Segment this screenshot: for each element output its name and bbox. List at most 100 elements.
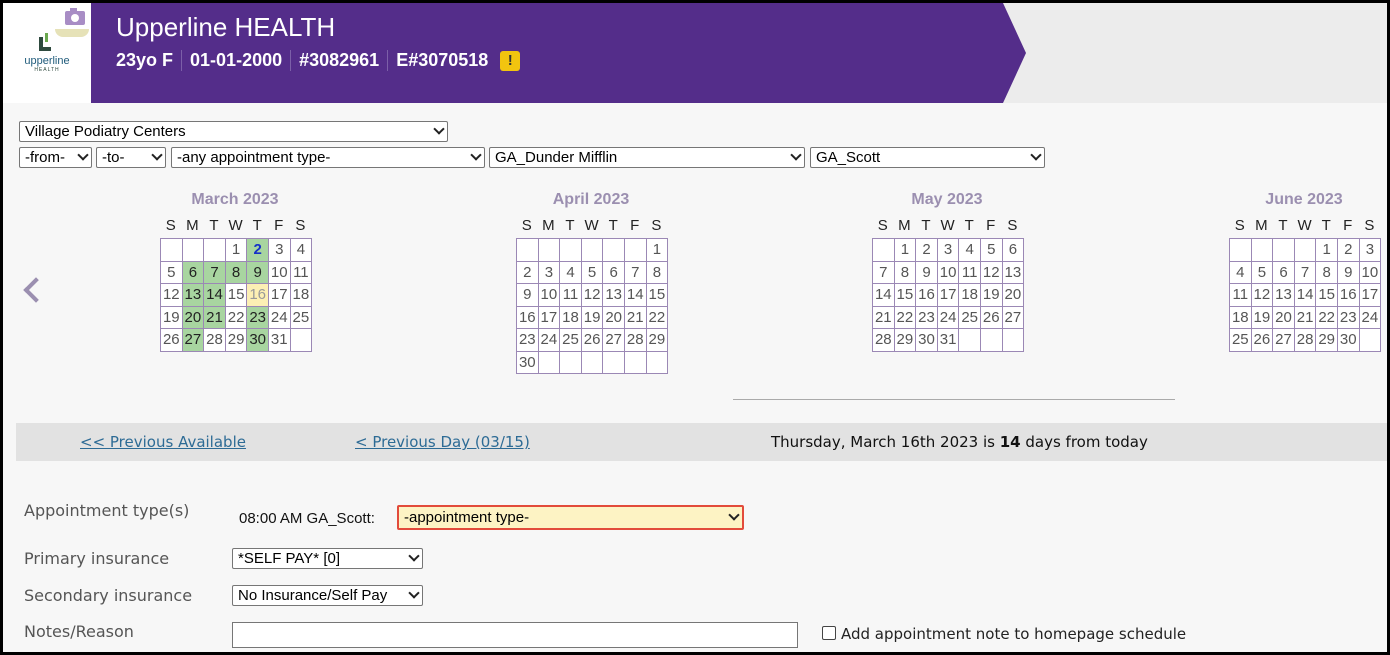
day-cell: 6	[603, 261, 625, 284]
day-cell[interactable]: 21	[204, 306, 226, 329]
day-cell[interactable]: 23	[247, 306, 269, 329]
chevron-down-icon	[470, 149, 482, 161]
weekday-label: S	[165, 217, 176, 234]
day-cell[interactable]: 30	[247, 329, 269, 352]
day-cell: 20	[603, 306, 625, 329]
weekday-label: T	[1321, 217, 1331, 234]
day-cell: 1	[225, 239, 248, 262]
day-cell: 4	[560, 261, 582, 284]
day-cell[interactable]: 14	[204, 284, 226, 307]
weekday-label: S	[521, 217, 532, 234]
day-cell: 28	[204, 329, 226, 352]
previous-available-link[interactable]: << Previous Available	[80, 433, 246, 451]
day-cell: 12	[980, 261, 1003, 284]
provider-select[interactable]: GA_Scott	[810, 147, 1045, 168]
notes-input[interactable]	[232, 622, 798, 648]
day-cell: 3	[937, 239, 960, 262]
day-cell: 28	[1294, 329, 1317, 352]
weekday-label: S	[1234, 217, 1245, 234]
day-cell: 1	[646, 239, 669, 262]
day-cell: 17	[937, 284, 960, 307]
day-cell: 2	[916, 239, 938, 262]
day-cell: 19	[161, 306, 183, 329]
day-cell: 7	[624, 261, 647, 284]
day-cell: 6	[1002, 239, 1025, 262]
selected-date-prefix: Thursday, March 16th 2023 is	[771, 433, 1000, 451]
weekday-header: SMTWTFS	[872, 217, 1023, 234]
day-cell: 20	[1273, 306, 1295, 329]
day-cell: 16	[916, 284, 938, 307]
empty-day-cell	[161, 239, 183, 262]
day-cell: 18	[560, 306, 582, 329]
weekday-label: F	[1343, 217, 1353, 234]
day-cell: 2	[247, 239, 269, 262]
logo: upperline HEALTH	[3, 3, 91, 103]
empty-day-cell	[538, 351, 561, 374]
day-cell: 5	[581, 261, 604, 284]
day-cell[interactable]: 27	[182, 329, 205, 352]
day-cell[interactable]: 13	[182, 284, 205, 307]
day-cell: 10	[538, 284, 561, 307]
day-cell: 10	[937, 261, 960, 284]
weekday-label: S	[651, 217, 662, 234]
logo-mark-icon	[39, 33, 55, 55]
previous-months-arrow-icon[interactable]	[21, 273, 41, 307]
day-cell: 8	[646, 261, 669, 284]
alert-icon[interactable]: !	[500, 50, 521, 71]
day-cell[interactable]: 8	[225, 261, 248, 284]
homepage-note-checkbox[interactable]	[822, 626, 836, 640]
to-select[interactable]: -to-	[96, 147, 166, 168]
weekday-label: M	[898, 217, 911, 234]
day-cell[interactable]: 16	[247, 284, 269, 307]
day-cell: 5	[1251, 261, 1274, 284]
day-cell: 9	[517, 284, 539, 307]
weekday-label: T	[209, 217, 219, 234]
weekday-label: M	[542, 217, 555, 234]
empty-day-cell	[290, 329, 313, 352]
weekday-label: T	[252, 217, 262, 234]
day-cell[interactable]: 20	[182, 306, 205, 329]
day-cell: 4	[1230, 261, 1252, 284]
weekday-header: SMTWTFS	[516, 217, 667, 234]
appointment-type-filter[interactable]: -any appointment type-	[171, 147, 485, 168]
day-cell: 26	[980, 306, 1003, 329]
camera-icon[interactable]	[65, 8, 85, 25]
day-cell: 28	[873, 329, 895, 352]
day-cell: 25	[1230, 329, 1252, 352]
day-cell: 16	[1337, 284, 1360, 307]
slot-label: 08:00 AM GA_Scott:	[239, 510, 375, 527]
day-cell: 15	[894, 284, 917, 307]
department-select-value: GA_Dunder Mifflin	[495, 149, 618, 166]
day-cell[interactable]: 9	[247, 261, 269, 284]
from-select[interactable]: -from-	[19, 147, 92, 168]
empty-day-cell	[603, 351, 625, 374]
month-grid: 1 2 3 4 5 6 7 8 9 10 11 12 13 14 15 16 17 18 19 20 21 22 23 24 2…	[872, 238, 1025, 352]
empty-day-cell	[204, 239, 226, 262]
empty-day-cell	[1294, 239, 1317, 262]
day-cell[interactable]: 7	[204, 261, 226, 284]
day-cell[interactable]: 6	[182, 261, 205, 284]
secondary-insurance-select[interactable]: No Insurance/Self Pay	[232, 585, 423, 606]
primary-insurance-select[interactable]: *SELF PAY* [0]	[232, 548, 423, 569]
notes-label: Notes/Reason	[24, 622, 134, 641]
practice-select[interactable]: Village Podiatry Centers	[19, 121, 448, 142]
day-cell: 27	[603, 329, 625, 352]
patient-mrn: #3082961	[290, 50, 387, 71]
weekday-label: F	[986, 217, 996, 234]
empty-day-cell	[560, 351, 582, 374]
day-cell: 14	[873, 284, 895, 307]
day-cell: 21	[624, 306, 647, 329]
day-cell: 26	[581, 329, 604, 352]
department-select[interactable]: GA_Dunder Mifflin	[489, 147, 805, 168]
days-count: 14	[999, 433, 1021, 451]
day-cell: 26	[1251, 329, 1274, 352]
weekday-label: S	[877, 217, 888, 234]
patient-age-sex: 23yo F	[116, 50, 174, 70]
day-cell: 11	[560, 284, 582, 307]
day-cell: 18	[290, 284, 313, 307]
day-cell: 5	[980, 239, 1003, 262]
weekday-label: W	[1297, 217, 1312, 234]
day-cell: 18	[959, 284, 981, 307]
previous-day-link[interactable]: < Previous Day (03/15)	[355, 433, 530, 451]
appointment-type-select[interactable]: -appointment type-	[397, 505, 744, 530]
